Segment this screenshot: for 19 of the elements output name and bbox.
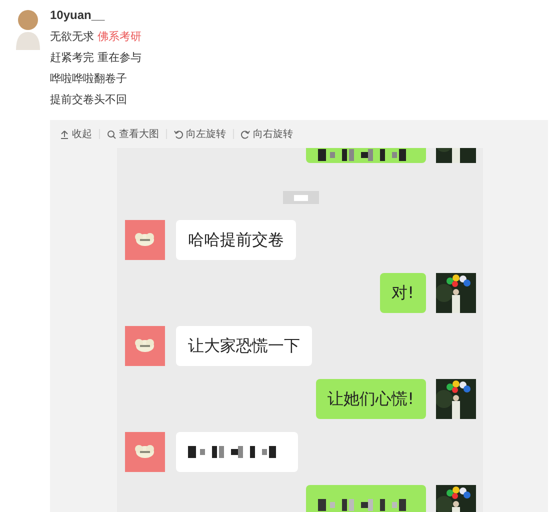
topic-link[interactable]: 佛系考研 <box>98 30 142 43</box>
toolbar-button[interactable]: 向左旋转 <box>174 127 226 141</box>
toolbar-button[interactable]: 收起 <box>60 127 92 141</box>
toolbar-button[interactable]: 向右旋转 <box>241 127 293 141</box>
post-text: 赶紧考完 重在参与 <box>50 51 142 64</box>
rotate-right-icon <box>241 130 250 138</box>
message-bubble: 对! <box>380 273 426 313</box>
up-arrow-icon <box>60 130 69 138</box>
rotate-left-icon <box>174 130 183 138</box>
timestamp <box>282 191 318 204</box>
post-text: 提前交卷头不回 <box>50 93 127 106</box>
message-bubble: 让她们心慌! <box>316 379 426 419</box>
message-bubble: 哈哈提前交卷 <box>176 220 296 260</box>
post-text: 哗啦哗啦翻卷子 <box>50 72 127 85</box>
message-bubble: 让大家恐慌一下 <box>176 326 312 366</box>
search-icon <box>107 130 116 138</box>
toolbar-button[interactable]: 查看大图 <box>107 127 159 141</box>
post-text: 无欲无求 <box>50 30 94 43</box>
username[interactable]: 10yuan__ <box>50 8 142 26</box>
